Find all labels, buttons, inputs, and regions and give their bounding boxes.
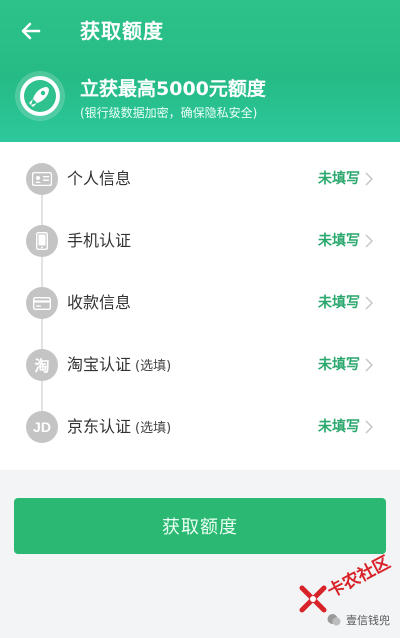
- watermark-account-name: 壹信钱兜: [346, 614, 390, 627]
- list-item-phone-verification[interactable]: 手机认证 未填写: [0, 210, 400, 272]
- list-item-taobao-verification[interactable]: 淘 淘宝认证 (选填) 未填写: [0, 334, 400, 396]
- phone-icon: [26, 225, 58, 257]
- item-status: 未填写: [318, 295, 360, 311]
- rocket-icon: [15, 71, 65, 121]
- item-status: 未填写: [318, 233, 360, 249]
- chevron-right-icon: [365, 172, 374, 186]
- chevron-right-icon: [365, 234, 374, 248]
- item-status: 未填写: [318, 171, 360, 187]
- list-item-payment-info[interactable]: 收款信息 未填写: [0, 272, 400, 334]
- watermark-brand: 卡农社区: [324, 552, 394, 603]
- item-label: 收款信息: [67, 293, 132, 312]
- chevron-right-icon: [365, 296, 374, 310]
- jd-icon: JD: [26, 411, 58, 443]
- back-button[interactable]: [14, 14, 48, 48]
- wechat-icon: [327, 614, 341, 626]
- page-title: 获取额度: [80, 19, 164, 43]
- verification-list: 个人信息 未填写 手机认证 未填写 收款信息 未填写 淘 淘宝认证 (选填) 未…: [0, 142, 400, 470]
- taobao-icon: 淘: [26, 349, 58, 381]
- get-quota-button[interactable]: 获取额度: [14, 498, 386, 554]
- item-label: 淘宝认证 (选填): [67, 355, 172, 374]
- bank-card-icon: [26, 287, 58, 319]
- chevron-right-icon: [365, 420, 374, 434]
- header: 获取额度 立获最高5000元额度 (银行级数据加密，确保隐私安全): [0, 0, 400, 142]
- item-label: 个人信息: [67, 169, 132, 188]
- item-label: 京东认证 (选填): [67, 417, 172, 436]
- chevron-right-icon: [365, 358, 374, 372]
- item-label: 手机认证: [67, 231, 132, 250]
- optional-tag: (选填): [135, 359, 172, 374]
- promo-subtitle: (银行级数据加密，确保隐私安全): [80, 106, 258, 120]
- optional-tag: (选填): [135, 421, 172, 436]
- list-item-personal-info[interactable]: 个人信息 未填写: [0, 148, 400, 210]
- list-item-jd-verification[interactable]: JD 京东认证 (选填) 未填写: [0, 396, 400, 458]
- watermark-account: 壹信钱兜: [326, 612, 390, 628]
- item-status: 未填写: [318, 357, 360, 373]
- item-status: 未填写: [318, 419, 360, 435]
- promo-title: 立获最高5000元额度: [80, 78, 266, 100]
- id-card-icon: [26, 163, 58, 195]
- arrow-left-icon: [21, 22, 41, 40]
